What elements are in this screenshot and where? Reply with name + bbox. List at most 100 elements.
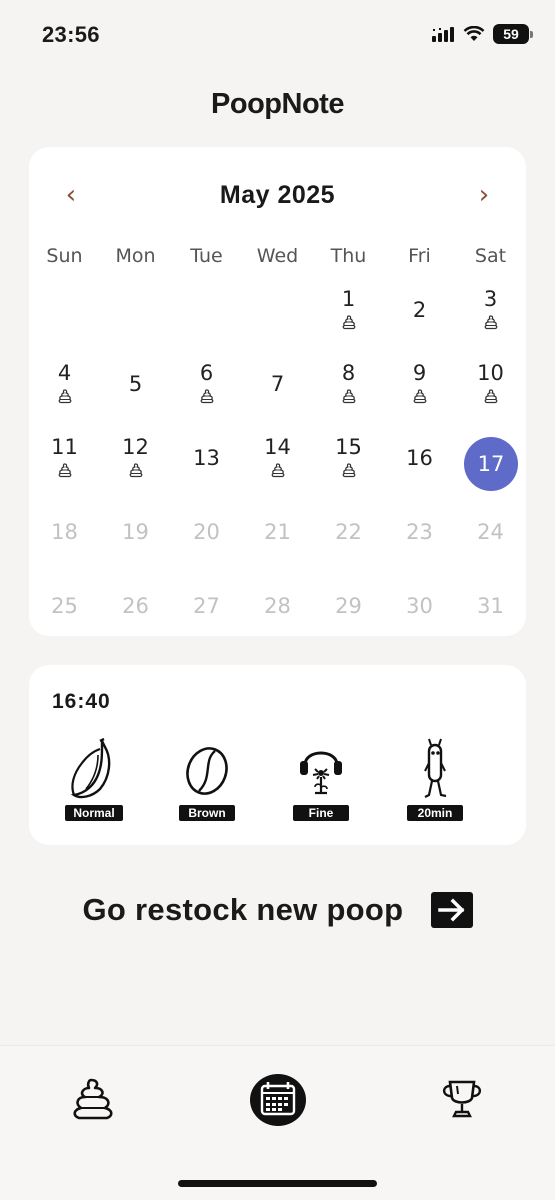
day-number: 30 — [406, 594, 433, 618]
calendar-card: ‹ May 2025 › Sun Mon Tue Wed Thu Fri Sat… — [29, 147, 526, 636]
home-indicator — [178, 1180, 377, 1187]
poop-icon — [342, 463, 355, 478]
calendar-day[interactable]: 31 — [455, 583, 526, 657]
entry-card[interactable]: 16:40 Normal Brown Fine 20min — [29, 665, 526, 845]
day-number: 3 — [483, 287, 498, 311]
calendar-day[interactable]: 3 — [455, 287, 526, 361]
entry-color: Brown — [167, 737, 247, 827]
prev-month-button[interactable]: ‹ — [53, 177, 89, 213]
restock-label: Go restock new poop — [82, 892, 404, 927]
day-number: 8 — [341, 361, 356, 385]
headphone-flower-icon — [300, 751, 342, 795]
coffee-bean-icon — [186, 747, 228, 795]
weekday-row: Sun Mon Tue Wed Thu Fri Sat — [29, 245, 526, 271]
poop-icon — [413, 389, 426, 404]
calendar-day[interactable]: 21 — [242, 509, 313, 583]
calendar-month-label: May 2025 — [219, 181, 336, 209]
status-icons: 59 — [431, 24, 533, 44]
weekday-label: Sat — [474, 245, 507, 267]
calendar-day[interactable]: 7 — [242, 361, 313, 435]
day-number: 23 — [406, 520, 433, 544]
calendar-day[interactable]: 28 — [242, 583, 313, 657]
poop-icon — [342, 389, 355, 404]
entry-feeling: Fine — [281, 737, 361, 827]
weekday-label: Tue — [190, 245, 223, 267]
poop-icon — [342, 315, 355, 330]
calendar-day[interactable]: 26 — [100, 583, 171, 657]
day-number: 31 — [477, 594, 504, 618]
calendar-day[interactable]: 20 — [171, 509, 242, 583]
restock-button[interactable]: Go restock new poop — [0, 892, 555, 940]
calendar-day[interactable]: 13 — [171, 435, 242, 509]
calendar-day[interactable]: 24 — [455, 509, 526, 583]
weekday-label: Fri — [408, 245, 431, 267]
poop-icon — [271, 463, 284, 478]
entry-time: 16:40 — [52, 690, 111, 713]
day-number: 2 — [412, 298, 427, 322]
walking-creature-icon — [424, 738, 447, 798]
calendar-day[interactable]: 5 — [100, 361, 171, 435]
entry-tag: Fine — [293, 805, 349, 821]
calendar-header: ‹ May 2025 › — [29, 177, 526, 213]
calendar-day[interactable]: 23 — [384, 509, 455, 583]
poop-icon — [58, 389, 71, 404]
calendar-day[interactable]: 22 — [313, 509, 384, 583]
arrow-right-icon — [430, 892, 473, 928]
trophy-tab[interactable] — [432, 1068, 492, 1128]
day-number: 28 — [264, 594, 291, 618]
entry-tag: 20min — [407, 805, 463, 821]
day-number: 1 — [341, 287, 356, 311]
entry-shape: Normal — [54, 737, 134, 827]
entry-tag: Brown — [179, 805, 235, 821]
cellular-signal-icon — [432, 27, 454, 42]
calendar-day[interactable]: 14 — [242, 435, 313, 509]
calendar-day[interactable]: 6 — [171, 361, 242, 435]
calendar-day[interactable]: 15 — [313, 435, 384, 509]
calendar-day[interactable]: 10 — [455, 361, 526, 435]
poop-tab[interactable] — [63, 1068, 123, 1128]
calendar-day[interactable]: 19 — [100, 509, 171, 583]
entry-duration: 20min — [395, 737, 475, 827]
poop-icon — [484, 389, 497, 404]
entry-tag: Normal — [65, 805, 123, 821]
app-title: PoopNote — [211, 88, 344, 120]
calendar-tab[interactable] — [247, 1068, 309, 1130]
day-number: 18 — [51, 520, 78, 544]
calendar-day[interactable]: 30 — [384, 583, 455, 657]
day-number: 29 — [335, 594, 362, 618]
calendar-day[interactable]: 11 — [29, 435, 100, 509]
calendar-day[interactable]: 8 — [313, 361, 384, 435]
day-number: 25 — [51, 594, 78, 618]
day-number: 4 — [57, 361, 72, 385]
wifi-icon — [463, 26, 485, 41]
calendar-day[interactable]: 4 — [29, 361, 100, 435]
day-number: 13 — [193, 446, 220, 470]
day-number: 11 — [51, 435, 78, 459]
banana-icon — [70, 737, 111, 799]
battery-icon: 59 — [493, 24, 533, 44]
calendar-day[interactable]: 25 — [29, 583, 100, 657]
calendar-day[interactable]: 2 — [384, 287, 455, 361]
calendar-day[interactable]: 16 — [384, 435, 455, 509]
day-number: 10 — [477, 361, 504, 385]
day-number: 7 — [270, 372, 285, 396]
calendar-day[interactable]: 12 — [100, 435, 171, 509]
day-number: 24 — [477, 520, 504, 544]
trophy-icon — [442, 1080, 482, 1118]
calendar-day[interactable]: 27 — [171, 583, 242, 657]
calendar-day[interactable]: 18 — [29, 509, 100, 583]
weekday-label: Thu — [330, 245, 367, 267]
day-number: 16 — [406, 446, 433, 470]
calendar-day[interactable]: 9 — [384, 361, 455, 435]
weekday-label: Mon — [115, 245, 156, 267]
calendar-day-selected[interactable]: 17 — [455, 435, 526, 509]
status-bar: 23:56 59 — [0, 0, 555, 70]
next-month-button[interactable]: › — [466, 177, 502, 213]
calendar-icon — [250, 1074, 306, 1126]
calendar-day[interactable]: 29 — [313, 583, 384, 657]
day-number: 21 — [264, 520, 291, 544]
day-number: 26 — [122, 594, 149, 618]
calendar-day[interactable]: 1 — [313, 287, 384, 361]
poop-icon — [484, 315, 497, 330]
day-number: 27 — [193, 594, 220, 618]
